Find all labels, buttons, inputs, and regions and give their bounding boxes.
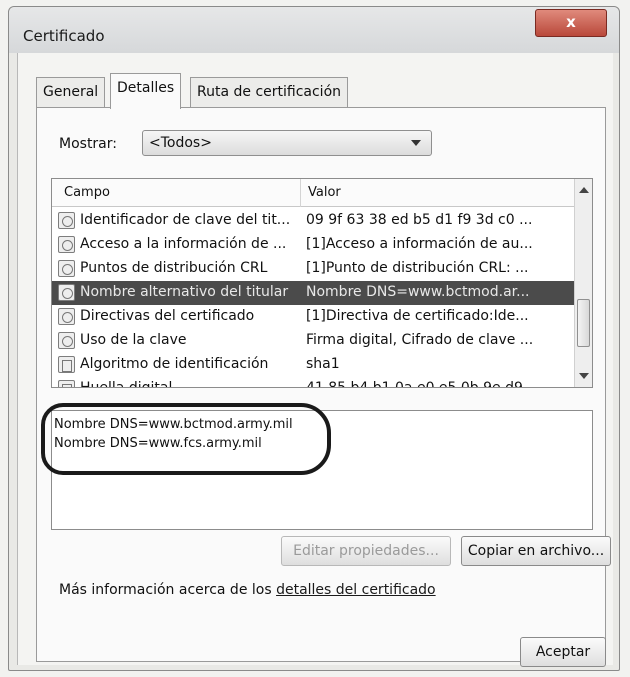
title-bar: Certificado x [9, 7, 619, 53]
field-value: [1]Punto de distribución CRL: ... [306, 260, 529, 276]
list-item[interactable]: Acceso a la información de ... [1]Acceso… [52, 233, 574, 257]
field-name: Acceso a la información de ... [80, 236, 287, 252]
field-value: 41 85 b4 b1 0a e0 e5 0b 9e d9 [306, 380, 523, 388]
document-icon [58, 380, 75, 387]
list-item[interactable]: Huella digital 41 85 b4 b1 0a e0 e5 0b 9… [52, 377, 574, 388]
more-info-text: Más información acerca de los detalles d… [59, 582, 436, 598]
column-header-field[interactable]: Campo [64, 185, 110, 200]
list-item[interactable]: Directivas del certificado [1]Directiva … [52, 305, 574, 329]
field-name: Algoritmo de identificación [80, 356, 269, 372]
list-item[interactable]: Uso de la clave Firma digital, Cifrado d… [52, 329, 574, 353]
edit-properties-button[interactable]: Editar propiedades... [281, 536, 451, 566]
detail-line: Nombre DNS=www.bctmod.army.mil [54, 417, 293, 432]
show-dropdown[interactable]: <Todos> [142, 130, 432, 156]
field-name: Puntos de distribución CRL [80, 260, 268, 276]
key-usage-icon [58, 332, 75, 349]
details-panel: Mostrar: <Todos> Campo Valor Identificad… [36, 107, 611, 662]
field-detail-textbox[interactable]: Nombre DNS=www.bctmod.army.mil Nombre DN… [51, 410, 593, 530]
field-name: Huella digital [80, 380, 173, 388]
fields-list[interactable]: Campo Valor Identificador de clave del t… [51, 178, 593, 388]
column-header-value[interactable]: Valor [308, 185, 341, 200]
certificate-field-icon [58, 260, 75, 277]
close-button[interactable]: x [535, 9, 607, 37]
detail-line: Nombre DNS=www.fcs.army.mil [54, 436, 262, 451]
vertical-scrollbar[interactable] [574, 179, 592, 387]
certificate-field-icon [58, 236, 75, 253]
more-info-prefix: Más información acerca de los [59, 582, 277, 598]
scrollbar-thumb[interactable] [577, 299, 590, 347]
tab-general[interactable]: General [36, 77, 106, 107]
dialog-body: General Detalles Ruta de certificación M… [17, 53, 613, 667]
list-item[interactable]: Algoritmo de identificación sha1 [52, 353, 574, 377]
field-name: Nombre alternativo del titular [80, 284, 289, 300]
show-dropdown-value: <Todos> [149, 135, 212, 151]
certificate-field-icon [58, 308, 75, 325]
show-label: Mostrar: [59, 136, 117, 152]
field-value: Firma digital, Cifrado de clave ... [306, 332, 534, 348]
certificate-field-icon [58, 284, 75, 301]
certificate-field-icon [58, 212, 75, 229]
tab-details[interactable]: Detalles [110, 73, 182, 109]
field-value: 09 9f 63 38 ed b5 d1 f9 3d c0 ... [306, 212, 533, 228]
column-divider[interactable] [300, 179, 301, 207]
chevron-down-icon [411, 140, 421, 146]
field-value: [1]Directiva de certificado:Ide... [306, 308, 529, 324]
list-item[interactable]: Puntos de distribución CRL [1]Punto de d… [52, 257, 574, 281]
certificate-dialog: Certificado x General Detalles Ruta de c… [8, 6, 620, 671]
list-header: Campo Valor [52, 179, 574, 207]
window-title: Certificado [23, 27, 105, 45]
document-icon [58, 356, 75, 373]
field-name: Identificador de clave del tit... [80, 212, 291, 228]
list-item-selected[interactable]: Nombre alternativo del titular Nombre DN… [52, 281, 574, 305]
field-name: Directivas del certificado [80, 308, 255, 324]
copy-to-file-button[interactable]: Copiar en archivo... [461, 536, 611, 566]
field-name: Uso de la clave [80, 332, 187, 348]
field-value: Nombre DNS=www.bctmod.ar... [306, 284, 530, 300]
scroll-up-arrow-icon[interactable] [579, 187, 589, 193]
list-item[interactable]: Identificador de clave del tit... 09 9f … [52, 209, 574, 233]
ok-button[interactable]: Aceptar [520, 637, 606, 667]
scroll-down-arrow-icon[interactable] [579, 373, 589, 379]
certificate-details-link[interactable]: detalles del certificado [276, 582, 436, 598]
tab-certification-path[interactable]: Ruta de certificación [190, 77, 349, 107]
field-value: [1]Acceso a información de au... [306, 236, 533, 252]
field-value: sha1 [306, 356, 340, 372]
